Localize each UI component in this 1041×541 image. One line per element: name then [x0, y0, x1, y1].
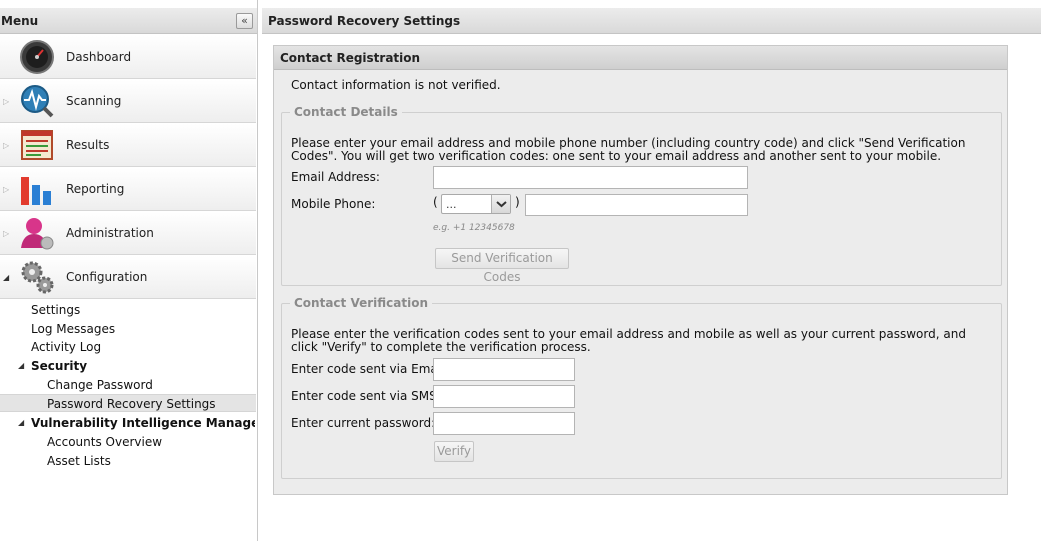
sidebar-header: Menu « — [0, 8, 257, 34]
contact-details-legend: Contact Details — [290, 105, 402, 119]
mobile-phone-input[interactable] — [525, 194, 748, 216]
dashboard-gauge-icon — [20, 40, 54, 74]
collapse-sidebar-button[interactable]: « — [236, 13, 253, 29]
verify-button[interactable]: Verify — [434, 441, 474, 462]
tree-item-vulnerability-intelligence-manager[interactable]: Vulnerability Intelligence Manager Inte — [31, 416, 255, 430]
paren-open: ( — [433, 195, 438, 209]
contact-registration-panel: Contact Registration Contact information… — [273, 45, 1008, 495]
contact-details-instructions: Please enter your email address and mobi… — [291, 136, 966, 163]
current-password-label: Enter current password: — [291, 416, 436, 430]
nav-label: Scanning — [66, 94, 122, 108]
nav-label: Reporting — [66, 182, 125, 196]
collapse-arrow-icon[interactable]: ◢ — [18, 361, 24, 370]
panel-title: Contact Registration — [280, 51, 421, 65]
sms-code-label: Enter code sent via SMS: — [291, 389, 441, 403]
expand-arrow-icon: ▷ — [3, 97, 10, 106]
contact-verification-instructions: Please enter the verification codes sent… — [291, 327, 966, 354]
expand-arrow-icon: ▷ — [3, 141, 10, 150]
reporting-chart-icon — [21, 177, 51, 205]
email-code-label: Enter code sent via Email: — [291, 362, 449, 376]
dropdown-button[interactable] — [491, 195, 510, 213]
email-address-label: Email Address: — [291, 170, 380, 184]
expand-arrow-icon: ▷ — [3, 229, 10, 238]
paren-close: ) — [515, 195, 520, 209]
tree-item-asset-lists[interactable]: Asset Lists — [47, 454, 111, 468]
tree-item-password-recovery-settings[interactable]: Password Recovery Settings — [47, 397, 216, 411]
current-password-input[interactable] — [433, 412, 575, 435]
nav-label: Dashboard — [66, 50, 132, 64]
tree-item-log-messages[interactable]: Log Messages — [31, 322, 115, 336]
country-code-value: ... — [446, 198, 457, 211]
verification-status-text: Contact information is not verified. — [291, 78, 501, 92]
chevron-down-icon — [496, 201, 507, 208]
sidebar-title: Menu — [1, 14, 39, 28]
administration-user-icon — [21, 218, 54, 250]
collapse-arrow-icon[interactable]: ◢ — [18, 418, 24, 427]
country-code-select[interactable]: ... — [441, 194, 511, 214]
nav-item-dashboard[interactable]: Dashboard — [0, 36, 256, 79]
collapse-arrow-icon: ◢ — [3, 273, 10, 282]
nav-label: Configuration — [66, 270, 148, 284]
email-code-input[interactable] — [433, 358, 575, 381]
tree-item-activity-log[interactable]: Activity Log — [31, 340, 101, 354]
tree-item-settings[interactable]: Settings — [31, 303, 80, 317]
nav-label: Administration — [66, 226, 154, 240]
nav-item-configuration[interactable]: ◢ Configuration — [0, 256, 256, 299]
nav-item-reporting[interactable]: ▷ Reporting — [0, 168, 256, 211]
results-report-icon — [21, 130, 53, 160]
page-title: Password Recovery Settings — [268, 14, 461, 28]
nav-item-scanning[interactable]: ▷ Scanning — [0, 80, 256, 123]
tree-item-change-password[interactable]: Change Password — [47, 378, 153, 392]
configuration-gears-icon — [21, 261, 54, 294]
expand-arrow-icon: ▷ — [3, 185, 10, 194]
nav-label: Results — [66, 138, 110, 152]
send-verification-codes-button[interactable]: Send Verification Codes — [435, 248, 569, 284]
nav-item-results[interactable]: ▷ Results — [0, 124, 256, 167]
mobile-phone-hint: e.g. +1 12345678 — [433, 223, 515, 233]
tree-item-accounts-overview[interactable]: Accounts Overview — [47, 435, 162, 449]
mobile-phone-label: Mobile Phone: — [291, 197, 376, 211]
sidebar: Menu « Dashboard ▷ Scanning ▷ Results ▷ … — [0, 0, 258, 541]
email-address-input[interactable] — [433, 166, 748, 189]
tree-item-security[interactable]: Security — [31, 359, 87, 373]
main-header: Password Recovery Settings — [262, 8, 1041, 34]
contact-verification-legend: Contact Verification — [290, 296, 432, 310]
sms-code-input[interactable] — [433, 385, 575, 408]
panel-header: Contact Registration — [274, 46, 1007, 70]
nav-item-administration[interactable]: ▷ Administration — [0, 212, 256, 255]
scanning-radar-icon — [21, 85, 54, 118]
